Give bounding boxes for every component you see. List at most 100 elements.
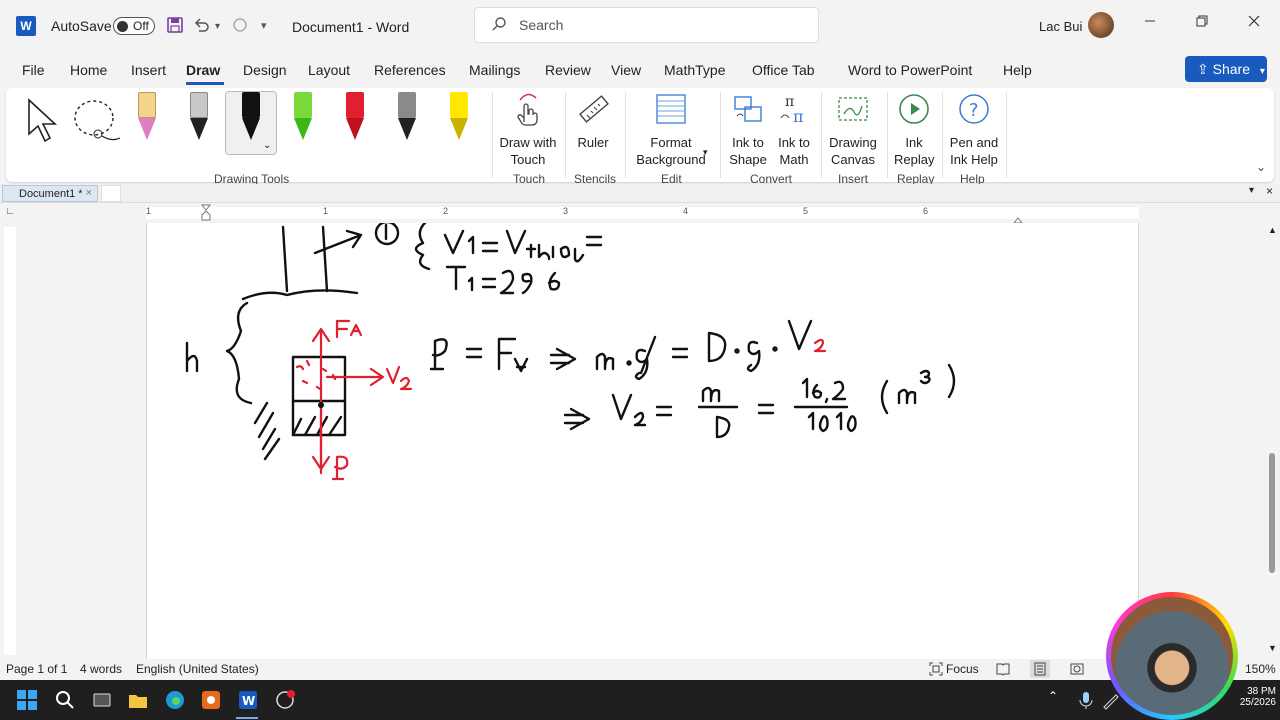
ribbon-separator [1006, 92, 1007, 178]
pen-gray-icon[interactable] [396, 92, 418, 144]
microphone-icon[interactable] [1075, 689, 1097, 711]
language[interactable]: English (United States) [136, 662, 259, 676]
task-view-icon[interactable] [91, 689, 113, 711]
page-count[interactable]: Page 1 of 1 [6, 662, 67, 676]
autosave-toggle[interactable]: Off [113, 17, 155, 35]
restore-icon[interactable] [1195, 14, 1209, 33]
share-label: Share [1212, 61, 1250, 77]
right-indent-marker-icon[interactable] [1012, 212, 1024, 224]
recorder-app-icon[interactable] [274, 689, 296, 711]
document-canvas[interactable] [20, 223, 1266, 659]
ruler-number: 2 [443, 206, 449, 216]
pen-red-icon[interactable] [344, 92, 366, 144]
file-explorer-icon[interactable] [127, 689, 149, 711]
pencil-pink-icon[interactable] [136, 92, 158, 144]
menu-mailings[interactable]: Mailings [469, 62, 520, 78]
focus-button[interactable]: Focus [946, 662, 979, 676]
menu-design[interactable]: Design [243, 62, 287, 78]
menu-view[interactable]: View [611, 62, 641, 78]
undo-dropdown-icon[interactable]: ▾ [215, 21, 220, 32]
lasso-select-icon[interactable] [72, 98, 122, 147]
active-tab-indicator [186, 82, 224, 85]
print-layout-icon[interactable] [1030, 660, 1050, 678]
scroll-down-icon[interactable]: ▼ [1268, 643, 1277, 653]
svg-text:?: ? [969, 100, 979, 121]
edge-browser-icon[interactable] [164, 689, 186, 711]
menu-layout[interactable]: Layout [308, 62, 350, 78]
word-taskbar-icon[interactable]: W [237, 689, 259, 711]
pen-gray-a-icon[interactable] [188, 92, 210, 144]
clock-date: 25/2026 [1239, 697, 1276, 708]
search-box[interactable]: Search [474, 7, 819, 43]
menu-insert[interactable]: Insert [131, 62, 166, 78]
drawing-canvas-button[interactable]: Drawing Canvas [822, 92, 884, 168]
webcam-overlay [1106, 592, 1238, 720]
minimize-icon[interactable] [1143, 14, 1157, 33]
share-button[interactable]: ⇪ Share ▾ [1185, 56, 1267, 82]
web-layout-icon[interactable] [1070, 662, 1084, 679]
select-tool-icon[interactable] [26, 98, 60, 147]
new-tab-button[interactable] [101, 185, 121, 202]
taskbar: W ⌃ 38 PM 25/2026 [0, 680, 1280, 720]
tab-list-dropdown-icon[interactable]: ▾ [1249, 185, 1254, 196]
menu-draw[interactable]: Draw [186, 62, 220, 78]
menu-review[interactable]: Review [545, 62, 591, 78]
collapse-ribbon-icon[interactable]: ⌄ [1256, 160, 1266, 174]
pen-black-icon[interactable] [240, 92, 262, 144]
draw-with-touch-button[interactable]: Draw with Touch [494, 92, 562, 168]
ink-drawing[interactable] [147, 223, 1140, 659]
ribbon-separator [565, 92, 566, 178]
undo-icon[interactable] [193, 16, 211, 39]
active-app-indicator [236, 717, 258, 719]
pen-options-chevron-icon[interactable]: ⌄ [263, 140, 271, 151]
menu-help[interactable]: Help [1003, 62, 1032, 78]
menu-office-tab[interactable]: Office Tab [752, 62, 815, 78]
show-hidden-icons-icon[interactable]: ⌃ [1048, 689, 1070, 711]
redo-icon[interactable] [231, 16, 249, 39]
ruler-band [146, 207, 1139, 219]
tab-stop-selector-icon[interactable]: ∟ [5, 206, 15, 217]
menu-word-to-powerpoint[interactable]: Word to PowerPoint [848, 62, 972, 78]
ribbon-separator [720, 92, 721, 178]
zoom-level[interactable]: 150% [1245, 662, 1276, 676]
close-all-tabs-icon[interactable]: × [1266, 184, 1273, 198]
menu-file[interactable]: File [22, 62, 45, 78]
customize-qat-icon[interactable]: ▾ [261, 19, 267, 32]
autosave-label: AutoSave [51, 18, 112, 34]
scrollbar-thumb[interactable] [1269, 453, 1275, 573]
windows-start-icon[interactable] [16, 689, 38, 711]
pivot-point [318, 402, 324, 408]
focus-icon[interactable] [929, 662, 943, 679]
ink-to-shape-button[interactable]: Ink to Shape [724, 92, 772, 168]
highlighter-yellow-icon[interactable] [448, 92, 470, 144]
word-logo-icon: W [16, 16, 36, 36]
pen-green-icon[interactable] [292, 92, 314, 144]
close-tab-icon[interactable]: × [86, 187, 92, 199]
avatar[interactable] [1088, 12, 1114, 38]
user-name[interactable]: Lac Bui [1039, 19, 1082, 34]
menu-references[interactable]: References [374, 62, 446, 78]
tab-document1[interactable]: Document1 * × [2, 185, 98, 202]
pen-and-ink-help-button[interactable]: ? Pen and Ink Help [944, 92, 1004, 168]
document-page[interactable] [146, 223, 1139, 659]
ink-to-math-button[interactable]: ππ Ink to Math [770, 92, 818, 168]
clock[interactable]: 38 PM 25/2026 [1232, 686, 1276, 708]
save-icon[interactable] [166, 16, 184, 39]
office-app-icon[interactable] [200, 689, 222, 711]
menu-mathtype[interactable]: MathType [664, 62, 725, 78]
vertical-scrollbar[interactable]: ▲ ▼ [1266, 223, 1280, 659]
ink-to-math-icon: ππ [770, 92, 818, 130]
indent-marker-icon[interactable] [200, 204, 212, 222]
scroll-up-icon[interactable]: ▲ [1268, 225, 1277, 235]
ribbon: ⌄ Drawing Tools Draw with Touch Touch Ru… [6, 88, 1274, 186]
word-count[interactable]: 4 words [80, 662, 122, 676]
search-icon [491, 16, 507, 37]
close-icon[interactable] [1247, 14, 1261, 33]
draw-with-touch-label: Draw with Touch [499, 135, 557, 167]
ink-replay-button[interactable]: Ink Replay [890, 92, 938, 168]
svg-text:π: π [793, 107, 804, 126]
menu-home[interactable]: Home [70, 62, 107, 78]
ruler-button[interactable]: Ruler [569, 92, 617, 151]
read-mode-icon[interactable] [996, 662, 1010, 679]
taskbar-search-icon[interactable] [54, 689, 76, 711]
